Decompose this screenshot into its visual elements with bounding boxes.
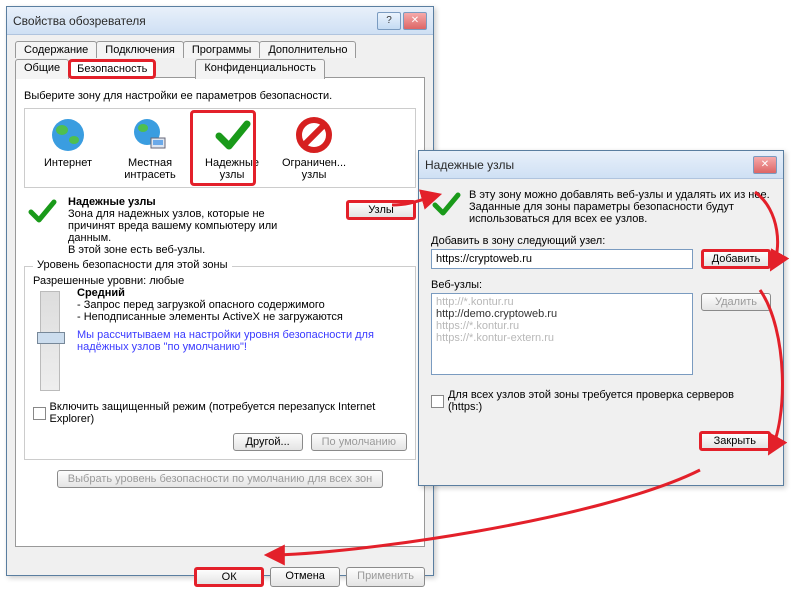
zone-internet[interactable]: Интернет	[31, 115, 105, 181]
zone-label: Местная интрасеть	[124, 157, 176, 181]
close-button[interactable]: ✕	[403, 12, 427, 30]
zone-label: Интернет	[44, 157, 92, 169]
tab-general[interactable]: Общие	[15, 59, 69, 79]
tab-connections[interactable]: Подключения	[96, 41, 184, 58]
require-https-label: Для всех узлов этой зоны требуется прове…	[448, 389, 771, 413]
level-line: - Запрос перед загрузкой опасного содерж…	[77, 299, 407, 311]
titlebar: Надежные узлы ✕	[419, 151, 783, 179]
tab-privacy[interactable]: Конфиденциальность	[195, 59, 325, 79]
level-name: Средний	[77, 287, 407, 299]
level-note: Мы рассчитываем на настройки уровня безо…	[77, 329, 407, 353]
reset-all-button[interactable]: Выбрать уровень безопасности по умолчани…	[57, 470, 383, 488]
add-site-input[interactable]	[431, 249, 693, 269]
tab-advanced[interactable]: Дополнительно	[259, 41, 356, 58]
list-item[interactable]: https://*.kontur.ru	[434, 320, 690, 332]
tab-strip: Содержание Подключения Программы Дополни…	[15, 41, 425, 547]
internet-options-window: Свойства обозревателя ? ✕ Содержание Под…	[6, 6, 434, 576]
ok-button[interactable]: ОК	[194, 567, 264, 587]
custom-level-button[interactable]: Другой...	[233, 433, 303, 451]
list-item[interactable]: http://demo.cryptoweb.ru	[434, 308, 690, 320]
check-icon	[431, 189, 461, 225]
close-button[interactable]: ✕	[753, 156, 777, 174]
globe-lan-icon	[130, 115, 170, 155]
checkbox-icon	[431, 395, 444, 408]
forbidden-icon	[294, 115, 334, 155]
level-line: - Неподписанные элементы ActiveX не загр…	[77, 311, 407, 323]
list-item[interactable]: https://*.kontur-extern.ru	[434, 332, 690, 344]
list-label: Веб-узлы:	[431, 279, 771, 291]
security-level-group: Уровень безопасности для этой зоны Разре…	[24, 266, 416, 460]
protected-mode-label: Включить защищенный режим (потребуется п…	[50, 401, 407, 425]
tab-security[interactable]: Безопасность	[68, 59, 156, 79]
add-button[interactable]: Добавить	[701, 249, 771, 269]
legend: Уровень безопасности для этой зоны	[33, 259, 232, 271]
apply-button[interactable]: Применить	[346, 567, 425, 587]
window-title: Свойства обозревателя	[13, 14, 375, 28]
check-icon	[212, 115, 252, 155]
intro-text: В эту зону можно добавлять веб-узлы и уд…	[469, 189, 771, 225]
cancel-button[interactable]: Отмена	[270, 567, 340, 587]
zone-title: Надежные узлы	[68, 196, 338, 208]
zone-desc-line: причинят вреда вашему компьютеру или	[68, 220, 338, 232]
add-label: Добавить в зону следующий узел:	[431, 235, 771, 247]
titlebar: Свойства обозревателя ? ✕	[7, 7, 433, 35]
zone-list: Интернет Местная интрасеть Надежные узлы	[24, 108, 416, 188]
zone-prompt: Выберите зону для настройки ее параметро…	[24, 90, 416, 102]
window-title: Надежные узлы	[425, 158, 751, 172]
trusted-sites-window: Надежные узлы ✕ В эту зону можно добавля…	[418, 150, 784, 486]
zone-desc-line: Зона для надежных узлов, которые не	[68, 208, 338, 220]
zone-restricted[interactable]: Ограничен... узлы	[277, 115, 351, 181]
tab-content[interactable]: Содержание	[15, 41, 97, 58]
list-item[interactable]: http://*.kontur.ru	[434, 296, 690, 308]
check-icon	[24, 196, 60, 256]
remove-button[interactable]: Удалить	[701, 293, 771, 311]
tab-programs[interactable]: Программы	[183, 41, 260, 58]
checkbox-icon	[33, 407, 46, 420]
protected-mode-checkbox[interactable]: Включить защищенный режим (потребуется п…	[33, 401, 407, 425]
default-level-button[interactable]: По умолчанию	[311, 433, 407, 451]
zone-desc-line: В этой зоне есть веб-узлы.	[68, 244, 338, 256]
sites-listbox[interactable]: http://*.kontur.ru http://demo.cryptoweb…	[431, 293, 693, 375]
sites-button[interactable]: Узлы	[346, 200, 416, 220]
globe-icon	[48, 115, 88, 155]
close-dialog-button[interactable]: Закрыть	[699, 431, 771, 451]
security-slider[interactable]	[40, 291, 60, 391]
zone-desc-line: данным.	[68, 232, 338, 244]
require-https-checkbox[interactable]: Для всех узлов этой зоны требуется прове…	[431, 389, 771, 413]
zone-trusted[interactable]: Надежные узлы	[195, 115, 269, 181]
help-button[interactable]: ?	[377, 12, 401, 30]
zone-label: Ограничен... узлы	[282, 157, 346, 181]
zone-intranet[interactable]: Местная интрасеть	[113, 115, 187, 181]
zone-label: Надежные узлы	[205, 157, 259, 181]
levels-allowed: Разрешенные уровни: любые	[33, 275, 407, 287]
